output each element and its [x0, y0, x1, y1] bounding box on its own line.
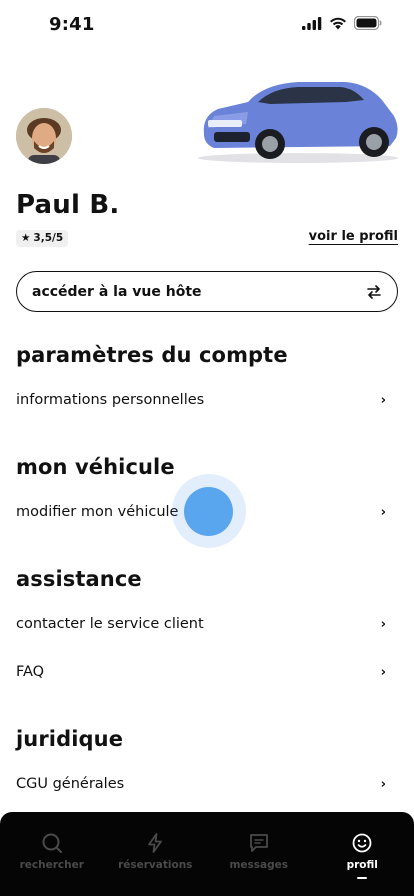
- signal-icon: [302, 16, 322, 30]
- status-time: 9:41: [49, 14, 95, 35]
- message-icon: [249, 834, 268, 852]
- nav-tab-messages[interactable]: messages: [207, 832, 311, 896]
- nav-tab-label: réservations: [118, 859, 193, 871]
- nav-tab-reservations[interactable]: réservations: [104, 832, 208, 896]
- status-icons: [302, 16, 382, 30]
- chevron-right-icon: ›: [380, 776, 386, 792]
- nav-tab-profile[interactable]: profil: [311, 832, 414, 896]
- host-view-button[interactable]: accéder à la vue hôte: [16, 271, 398, 312]
- section-title-legal: juridique: [16, 727, 124, 751]
- menu-item-label: CGU générales: [16, 776, 125, 792]
- menu-item-cgu[interactable]: CGU générales ›: [16, 769, 398, 799]
- battery-icon: [354, 16, 382, 30]
- smiley-icon: [352, 833, 372, 853]
- avatar[interactable]: [16, 108, 72, 164]
- section-title-assistance: assistance: [16, 567, 142, 591]
- nav-tab-search[interactable]: rechercher: [0, 832, 104, 896]
- search-icon: [42, 833, 62, 853]
- chevron-right-icon: ›: [380, 504, 386, 520]
- host-view-label: accéder à la vue hôte: [32, 283, 202, 300]
- star-icon: ★: [21, 232, 31, 244]
- menu-item-personal-info[interactable]: informations personnelles ›: [16, 385, 398, 415]
- chevron-right-icon: ›: [380, 392, 386, 408]
- swap-icon: [367, 284, 381, 299]
- avatar-photo: [16, 108, 72, 164]
- bolt-icon: [148, 833, 163, 853]
- menu-item-label: modifier mon véhicule: [16, 504, 179, 520]
- user-name: Paul B.: [16, 190, 120, 220]
- view-profile-link[interactable]: voir le profil: [309, 229, 398, 244]
- chevron-right-icon: ›: [380, 616, 386, 632]
- chevron-right-icon: ›: [380, 664, 386, 680]
- rating-value: 3,5/5: [33, 232, 64, 244]
- status-bar: 9:41: [0, 0, 414, 50]
- nav-tab-label: rechercher: [19, 859, 84, 871]
- section-title-vehicle: mon véhicule: [16, 455, 175, 479]
- menu-item-label: contacter le service client: [16, 616, 204, 632]
- active-tab-indicator: [357, 877, 368, 879]
- touch-indicator: [184, 487, 233, 536]
- menu-item-label: informations personnelles: [16, 392, 205, 408]
- menu-item-faq[interactable]: FAQ ›: [16, 657, 398, 687]
- car-image: [178, 76, 414, 164]
- section-title-account: paramètres du compte: [16, 343, 288, 367]
- menu-item-contact-support[interactable]: contacter le service client ›: [16, 609, 398, 639]
- menu-item-label: FAQ: [16, 664, 45, 680]
- nav-tab-label: messages: [229, 859, 289, 871]
- rating-badge: ★ 3,5/5: [16, 230, 69, 247]
- bottom-nav: rechercher réservations messages profil: [0, 812, 414, 896]
- wifi-icon: [330, 17, 346, 29]
- nav-tab-label: profil: [346, 859, 378, 871]
